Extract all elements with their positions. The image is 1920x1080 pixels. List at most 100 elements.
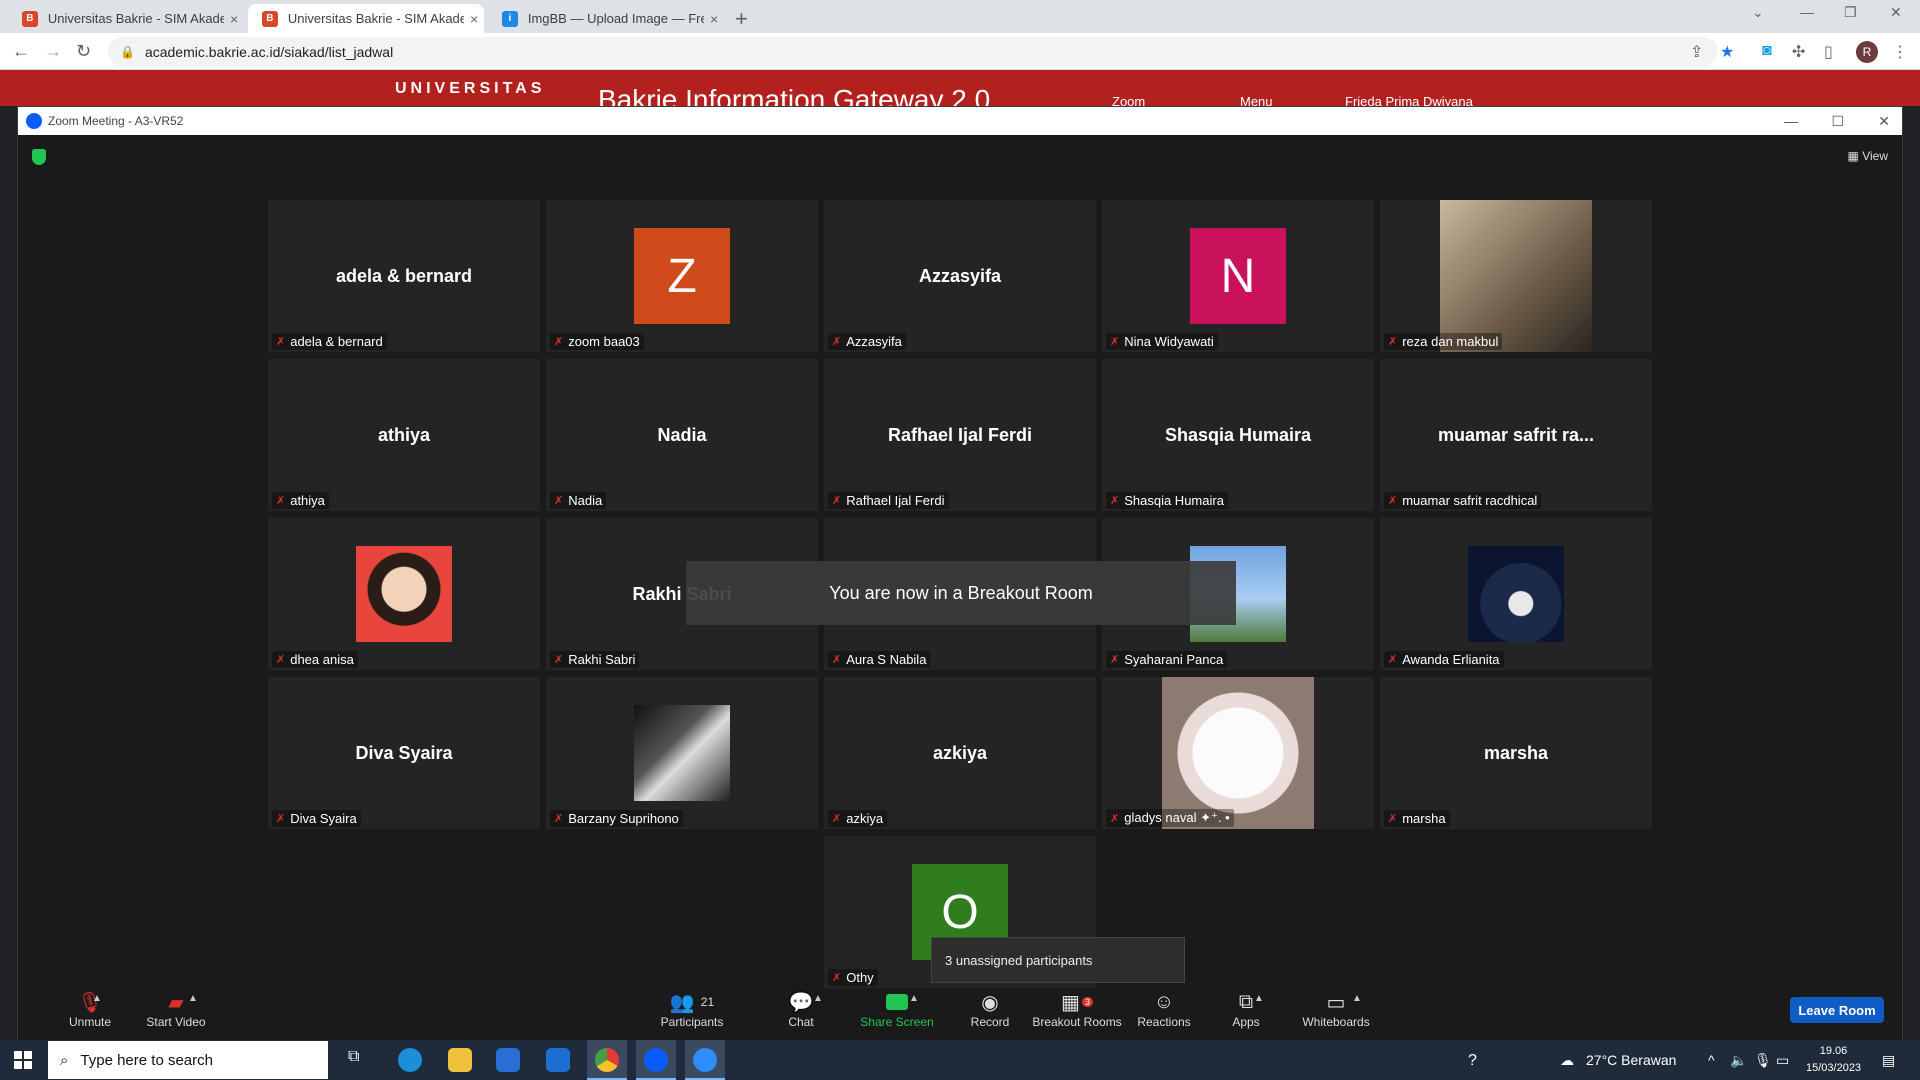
side-panel-icon[interactable]: ▯ bbox=[1824, 42, 1833, 62]
store-icon[interactable] bbox=[496, 1048, 520, 1072]
participant-tile[interactable]: N ✗ Nina Widyawati bbox=[1102, 200, 1374, 352]
nav-menu[interactable]: Menu bbox=[1240, 94, 1273, 106]
participant-name: azkiya bbox=[846, 811, 884, 826]
muted-mic-icon: ✗ bbox=[832, 654, 842, 666]
participant-tile[interactable]: adela & bernard ✗ adela & bernard bbox=[268, 200, 540, 352]
extension-icon[interactable]: ◙ bbox=[1762, 42, 1772, 60]
microphone-icon[interactable]: 🎙 bbox=[1754, 1052, 1772, 1069]
unmute-button[interactable]: 🎙 Unmute bbox=[40, 989, 140, 1030]
minimize-icon[interactable]: — bbox=[1800, 4, 1814, 20]
participants-button[interactable]: 👥 21 Participants bbox=[642, 989, 742, 1030]
apps-options-chevron-icon[interactable]: ▲ bbox=[1254, 993, 1264, 1004]
zoom-maximize-icon[interactable]: ☐ bbox=[1831, 113, 1844, 130]
leave-room-button[interactable]: Leave Room bbox=[1790, 997, 1884, 1023]
start-video-button[interactable]: ▰ Start Video bbox=[126, 989, 226, 1030]
participant-label: ✗ Awanda Erlianita bbox=[1384, 651, 1504, 668]
share-icon[interactable]: ⇪ bbox=[1690, 42, 1703, 62]
participant-tile[interactable]: muamar safrit ra... ✗ muamar safrit racdh… bbox=[1380, 359, 1652, 511]
site-logo: UNIVERSITAS bbox=[395, 80, 546, 97]
nav-zoom[interactable]: Zoom bbox=[1112, 94, 1145, 106]
close-tab-icon[interactable]: × bbox=[224, 11, 244, 27]
whiteboards-button[interactable]: ▭ Whiteboards bbox=[1286, 989, 1386, 1030]
security-shield-icon[interactable] bbox=[32, 149, 46, 165]
taskbar-search-box[interactable]: ⌕ Type here to search bbox=[48, 1041, 328, 1079]
whiteboard-options-chevron-icon[interactable]: ▲ bbox=[1352, 993, 1362, 1004]
task-view-icon[interactable]: ⧉ bbox=[348, 1048, 372, 1072]
restore-icon[interactable]: ❐ bbox=[1844, 4, 1857, 21]
network-icon[interactable]: ▭ bbox=[1776, 1052, 1789, 1069]
view-button[interactable]: ▦ View bbox=[1848, 149, 1888, 163]
participant-tile[interactable]: ✗ Awanda Erlianita bbox=[1380, 518, 1652, 670]
windows-taskbar: ⌕ Type here to search ⧉ ? ☁ 27°C Berawan… bbox=[0, 1040, 1920, 1080]
participant-tile[interactable]: Nadia ✗ Nadia bbox=[546, 359, 818, 511]
address-bar[interactable]: 🔒 academic.bakrie.ac.id/siakad/list_jadw… bbox=[108, 37, 1718, 66]
help-icon[interactable]: ? bbox=[1468, 1052, 1477, 1070]
chat-options-chevron-icon[interactable]: ▲ bbox=[813, 993, 823, 1004]
tab-search-icon[interactable]: ⌄ bbox=[1752, 4, 1764, 21]
record-button[interactable]: ◉ Record bbox=[940, 989, 1040, 1030]
apps-button[interactable]: ⧉ Apps bbox=[1196, 989, 1296, 1030]
weather-text[interactable]: 27°C Berawan bbox=[1586, 1052, 1676, 1068]
muted-mic-icon: 🎙 bbox=[77, 991, 103, 1014]
edge-icon[interactable] bbox=[398, 1048, 422, 1072]
nav-user[interactable]: Frieda Prima Dwiyana bbox=[1345, 94, 1473, 106]
site-title: Bakrie Information Gateway 2.0 bbox=[598, 84, 991, 106]
file-explorer-icon[interactable] bbox=[448, 1048, 472, 1072]
participant-name-display: muamar safrit ra... bbox=[1437, 424, 1595, 445]
share-screen-label: Share Screen bbox=[860, 1015, 934, 1029]
muted-mic-icon: ✗ bbox=[554, 813, 564, 825]
participant-tile[interactable]: azkiya ✗ azkiya bbox=[824, 677, 1096, 829]
tray-chevron-icon[interactable]: ^ bbox=[1708, 1052, 1715, 1068]
back-icon[interactable]: ← bbox=[12, 41, 30, 62]
more-menu-icon[interactable]: ⋮ bbox=[1892, 42, 1908, 62]
participant-name-display: Diva Syaira bbox=[355, 742, 453, 763]
participant-label: ✗ Rakhi Sabri bbox=[550, 651, 640, 668]
apps-icon: ⧉ bbox=[1238, 990, 1254, 1013]
participant-name: Azzasyifa bbox=[846, 334, 902, 349]
participant-tile[interactable]: marsha ✗ marsha bbox=[1380, 677, 1652, 829]
participant-tile[interactable]: Azzasyifa ✗ Azzasyifa bbox=[824, 200, 1096, 352]
participant-tile[interactable]: Z ✗ zoom baa03 bbox=[546, 200, 818, 352]
breakout-rooms-button[interactable]: ▦ 3 Breakout Rooms bbox=[1027, 989, 1127, 1030]
participant-tile[interactable]: ✗ reza dan makbul bbox=[1380, 200, 1652, 352]
participant-label: ✗ Diva Syaira bbox=[272, 810, 361, 827]
bookmark-star-icon[interactable]: ★ bbox=[1720, 42, 1734, 62]
browser-tab-2[interactable]: B Universitas Bakrie - SIM Akadem × bbox=[248, 4, 484, 33]
share-screen-button[interactable]: Share Screen bbox=[847, 989, 947, 1029]
taskbar-clock[interactable]: 19.06 15/03/2023 bbox=[1806, 1043, 1861, 1077]
puzzle-icon[interactable]: ✣ bbox=[1792, 42, 1805, 62]
participant-photo bbox=[1162, 677, 1314, 829]
zoom-minimize-icon[interactable]: — bbox=[1784, 113, 1798, 129]
site-header: UNIVERSITAS Bakrie Information Gateway 2… bbox=[0, 70, 1920, 106]
participant-tile[interactable]: Diva Syaira ✗ Diva Syaira bbox=[268, 677, 540, 829]
participant-tile[interactable]: ✗ dhea anisa bbox=[268, 518, 540, 670]
participant-tile[interactable]: ✗ gladys naval ✦⁺. • bbox=[1102, 677, 1374, 829]
close-tab-icon[interactable]: × bbox=[464, 11, 484, 27]
participant-tile[interactable]: Shasqia Humaira ✗ Shasqia Humaira bbox=[1102, 359, 1374, 511]
zoom-meeting-icon bbox=[693, 1048, 717, 1072]
reload-icon[interactable]: ↻ bbox=[76, 41, 91, 62]
mail-icon[interactable] bbox=[546, 1048, 570, 1072]
volume-icon[interactable]: 🔈 bbox=[1730, 1052, 1747, 1069]
video-options-chevron-icon[interactable]: ▲ bbox=[188, 993, 198, 1004]
participant-tile[interactable]: Rafhael Ijal Ferdi ✗ Rafhael Ijal Ferdi bbox=[824, 359, 1096, 511]
browser-tab-1[interactable]: B Universitas Bakrie - SIM Akadem × bbox=[8, 4, 244, 33]
participant-tile[interactable]: ✗ Barzany Suprihono bbox=[546, 677, 818, 829]
muted-mic-icon: ✗ bbox=[832, 972, 842, 984]
notifications-icon[interactable]: ▤ bbox=[1882, 1052, 1895, 1069]
forward-icon[interactable]: → bbox=[44, 41, 62, 62]
close-tab-icon[interactable]: × bbox=[704, 11, 724, 27]
share-options-chevron-icon[interactable]: ▲ bbox=[909, 993, 919, 1004]
close-window-icon[interactable]: ✕ bbox=[1890, 4, 1902, 21]
profile-avatar[interactable]: R bbox=[1856, 41, 1878, 63]
zoom-close-icon[interactable]: ✕ bbox=[1878, 113, 1890, 130]
muted-mic-icon: ✗ bbox=[832, 336, 842, 348]
audio-options-chevron-icon[interactable]: ▲ bbox=[92, 993, 102, 1004]
participant-label: ✗ Rafhael Ijal Ferdi bbox=[828, 492, 949, 509]
new-tab-button[interactable]: + bbox=[735, 6, 748, 32]
browser-tab-3[interactable]: i ImgBB — Upload Image — Free × bbox=[488, 4, 724, 33]
chat-button[interactable]: 💬 Chat bbox=[751, 989, 851, 1030]
participant-tile[interactable]: athiya ✗ athiya bbox=[268, 359, 540, 511]
windows-start-icon[interactable] bbox=[14, 1051, 32, 1069]
muted-mic-icon: ✗ bbox=[1388, 336, 1398, 348]
